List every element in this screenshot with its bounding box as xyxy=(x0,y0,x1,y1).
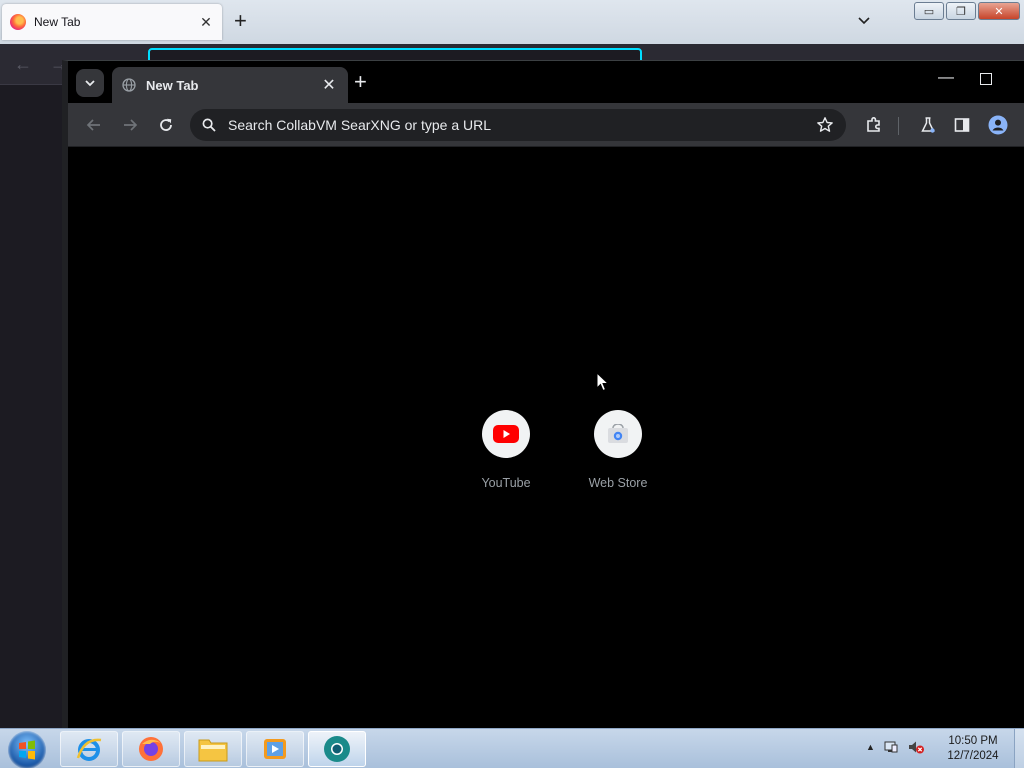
back-arrow-icon[interactable]: ← xyxy=(14,54,32,75)
clock-time: 10:50 PM xyxy=(948,735,998,747)
forward-arrow-icon[interactable] xyxy=(120,115,140,135)
system-tray: ▲ xyxy=(866,739,925,755)
file-explorer-icon xyxy=(198,739,228,762)
taskbar-chrome-beta[interactable] xyxy=(308,731,366,767)
youtube-shortcut-tile[interactable] xyxy=(482,410,530,458)
web-store-shortcut-tile[interactable] xyxy=(594,410,642,458)
windows-logo-icon xyxy=(19,740,35,760)
show-hidden-icons-button[interactable]: ▲ xyxy=(866,742,875,752)
taskbar-file-explorer[interactable] xyxy=(184,731,242,767)
toolbar-separator xyxy=(898,117,899,135)
omnibox-placeholder: Search CollabVM SearXNG or type a URL xyxy=(228,117,491,133)
firefox-tab-bar: New Tab ✕ + ▭ ❐ ✕ xyxy=(0,0,1024,44)
close-tab-button[interactable]: ✕ xyxy=(320,75,338,95)
firefox-new-tab-button[interactable]: + xyxy=(234,10,247,32)
profile-avatar-icon[interactable] xyxy=(988,115,1008,135)
side-panel-icon[interactable] xyxy=(952,115,972,135)
firefox-window-controls: ▭ ❐ ✕ xyxy=(914,2,1020,20)
internet-explorer-icon xyxy=(76,738,102,761)
taskbar-internet-explorer[interactable] xyxy=(60,731,118,767)
clock-date: 12/7/2024 xyxy=(947,750,999,762)
globe-icon xyxy=(122,78,136,92)
chrome-new-tab-button[interactable]: + xyxy=(354,70,367,94)
chevron-down-icon[interactable] xyxy=(856,12,872,28)
tab-search-button[interactable] xyxy=(76,69,104,97)
clock[interactable]: 10:50 PM 12/7/2024 xyxy=(938,734,1008,764)
chrome-window: New Tab ✕ + — Search CollabVM SearXNG or… xyxy=(62,60,1024,729)
taskbar-media-player[interactable] xyxy=(246,731,304,767)
minimize-button[interactable]: — xyxy=(934,69,958,87)
labs-flask-icon[interactable] xyxy=(918,115,938,135)
media-player-icon xyxy=(264,739,286,759)
search-icon xyxy=(202,118,216,132)
shortcut-youtube[interactable]: YouTube xyxy=(458,410,554,490)
firefox-icon xyxy=(139,737,163,761)
firefox-content-area xyxy=(0,84,62,728)
show-desktop-button[interactable] xyxy=(1014,729,1024,768)
reload-icon[interactable] xyxy=(156,115,176,135)
new-tab-page: YouTube Web Store xyxy=(68,148,1024,729)
chrome-tab-new-tab[interactable]: New Tab ✕ xyxy=(112,67,348,103)
extensions-icon[interactable] xyxy=(864,115,884,135)
taskbar-firefox[interactable] xyxy=(122,731,180,767)
firefox-icon xyxy=(10,14,26,30)
chevron-down-icon xyxy=(85,80,95,87)
firefox-tab-title: New Tab xyxy=(34,15,81,29)
mouse-cursor-icon xyxy=(596,372,610,392)
maximize-button[interactable] xyxy=(980,73,992,85)
shortcut-label: YouTube xyxy=(481,476,531,490)
chrome-toolbar: Search CollabVM SearXNG or type a URL xyxy=(68,103,1024,147)
taskbar: ▲ 10:50 PM 12/7/2024 xyxy=(0,728,1024,768)
restore-button[interactable]: ❐ xyxy=(946,2,976,20)
chrome-beta-icon xyxy=(324,736,350,762)
web-store-icon xyxy=(608,424,628,443)
close-tab-button[interactable]: ✕ xyxy=(198,14,214,31)
shortcut-label: Web Store xyxy=(588,476,648,490)
back-arrow-icon[interactable] xyxy=(84,115,104,135)
omnibox[interactable]: Search CollabVM SearXNG or type a URL xyxy=(190,109,846,141)
network-icon[interactable] xyxy=(883,739,899,755)
chrome-tab-title: New Tab xyxy=(146,77,199,93)
bookmark-star-icon[interactable] xyxy=(816,116,834,134)
volume-muted-icon[interactable] xyxy=(907,739,925,755)
youtube-icon xyxy=(493,425,519,443)
minimize-button[interactable]: ▭ xyxy=(914,2,944,20)
chrome-tab-strip: New Tab ✕ + — xyxy=(68,61,1024,103)
firefox-tab-new-tab[interactable]: New Tab ✕ xyxy=(2,4,222,40)
shortcut-web-store[interactable]: Web Store xyxy=(570,410,666,490)
start-button[interactable] xyxy=(8,731,46,768)
close-window-button[interactable]: ✕ xyxy=(978,2,1020,20)
